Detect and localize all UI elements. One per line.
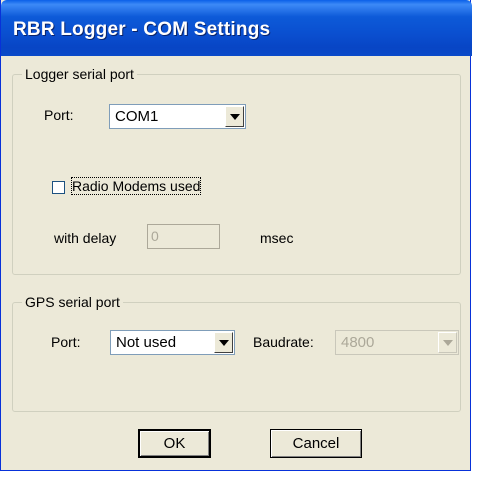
title-bar[interactable]: RBR Logger - COM Settings — [1, 0, 472, 56]
delay-input[interactable]: 0 — [147, 224, 220, 249]
gps-port-label: Port: — [51, 334, 81, 350]
ok-button[interactable]: OK — [138, 429, 211, 458]
baudrate-value: 4800 — [341, 334, 375, 351]
logger-serial-port-group: Logger serial port Port: COM1 Radio Mode… — [12, 66, 461, 275]
logger-port-value: COM1 — [115, 108, 159, 125]
delay-value: 0 — [151, 228, 159, 244]
gps-port-value: Not used — [116, 334, 177, 351]
logger-group-legend: Logger serial port — [22, 66, 137, 82]
radio-modems-checkbox[interactable] — [52, 181, 65, 194]
baudrate-label: Baudrate: — [253, 334, 314, 350]
gps-port-select[interactable]: Not used — [110, 330, 235, 355]
com-settings-dialog: RBR Logger - COM Settings Logger serial … — [0, 0, 472, 471]
baudrate-select[interactable]: 4800 — [335, 330, 459, 355]
gps-serial-port-group: GPS serial port Port: Not used Baudrate:… — [12, 294, 461, 412]
delay-label: with delay — [54, 230, 117, 246]
cancel-button[interactable]: Cancel — [270, 429, 362, 458]
logger-port-label: Port: — [44, 107, 74, 123]
delay-unit-label: msec — [260, 230, 294, 246]
gps-group-legend: GPS serial port — [22, 294, 123, 310]
window-title: RBR Logger - COM Settings — [13, 19, 271, 40]
chevron-down-icon[interactable] — [438, 332, 457, 353]
logger-port-select[interactable]: COM1 — [109, 104, 246, 129]
radio-modems-label[interactable]: Radio Modems used — [70, 177, 202, 195]
chevron-down-icon[interactable] — [214, 332, 233, 353]
chevron-down-icon[interactable] — [225, 106, 244, 127]
